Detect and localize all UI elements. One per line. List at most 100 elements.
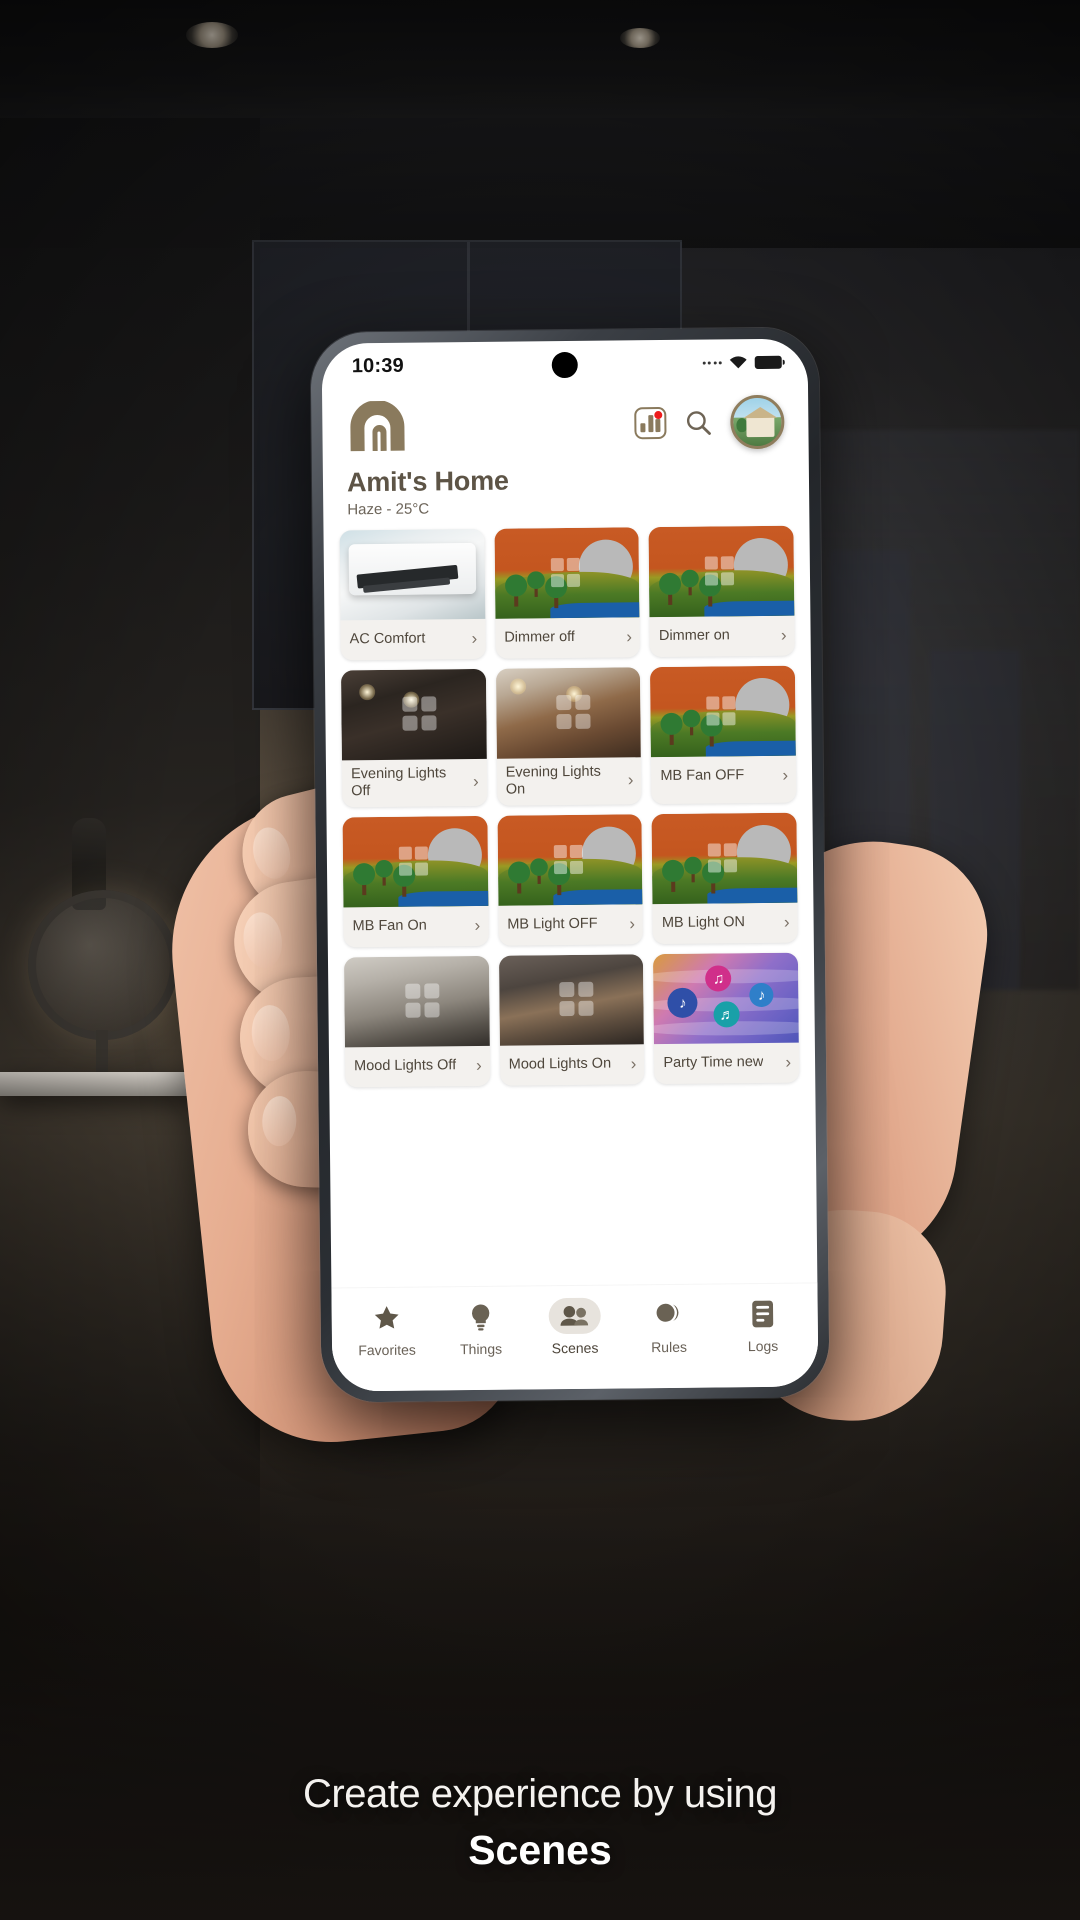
phone-device: 10:39 Amit's Home Haze - 25°C AC Comfort… <box>310 327 830 1403</box>
scene-thumbnail <box>342 816 489 908</box>
scene-tile[interactable]: Evening Lights Off › <box>340 668 488 808</box>
scene-tile-label: Evening Lights On <box>505 763 601 798</box>
scene-tile-footer: MB Light OFF › <box>498 905 643 947</box>
scene-tile-footer: Dimmer off › <box>495 617 640 659</box>
chevron-right-icon[interactable]: › <box>782 765 788 784</box>
header-actions <box>634 394 785 451</box>
scene-tile-footer: Mood Lights On › <box>500 1045 645 1087</box>
scene-thumbnail <box>498 954 645 1047</box>
marketing-line-1: Create experience by using <box>303 1772 777 1816</box>
scene-tile-footer: Mood Lights Off › <box>345 1046 490 1088</box>
chevron-right-icon[interactable]: › <box>631 1054 637 1073</box>
bulb-icon <box>455 1299 507 1336</box>
header-row <box>346 394 785 454</box>
app-header: Amit's Home Haze - 25°C <box>322 384 809 518</box>
chevron-right-icon[interactable]: › <box>473 772 479 791</box>
scene-tile[interactable]: ♪ ♫ ♬ ♪ Party Time new › <box>653 952 800 1085</box>
scene-thumbnail <box>340 668 487 761</box>
scene-tile[interactable]: MB Light OFF › <box>497 814 644 947</box>
chevron-right-icon[interactable]: › <box>785 1053 791 1072</box>
chevron-right-icon[interactable]: › <box>475 916 481 935</box>
marketing-line-2: Scenes <box>468 1827 612 1873</box>
scene-tile-label: Mood Lights On <box>508 1055 612 1073</box>
tree-icon <box>659 572 682 605</box>
switch-panel-icon <box>553 845 583 875</box>
switch-panel-icon <box>706 696 736 726</box>
scene-tile[interactable]: Evening Lights On › <box>495 667 642 807</box>
chevron-right-icon[interactable]: › <box>472 628 478 647</box>
switch-panel-icon <box>550 557 580 588</box>
switch-panel-icon <box>401 696 437 731</box>
chevron-right-icon[interactable]: › <box>628 771 634 790</box>
scene-thumbnail <box>339 528 486 621</box>
star-icon <box>361 1300 413 1337</box>
tab-favorites[interactable]: Favorites <box>344 1299 431 1358</box>
scene-thumbnail <box>650 665 796 758</box>
tab-rules[interactable]: Rules <box>626 1297 713 1356</box>
scene-tile-footer: Evening Lights On › <box>497 757 642 806</box>
search-icon[interactable] <box>684 408 712 436</box>
bottom-tab-bar: Favorites Things Scenes Rules Logs <box>331 1282 819 1392</box>
user-avatar[interactable] <box>730 394 785 450</box>
scene-tile[interactable]: Dimmer off › <box>494 527 641 659</box>
scenes-scroll-area[interactable]: AC Comfort › Dimmer off › Dimmer on › Evening … <box>323 513 817 1287</box>
marketing-copy: Create experience by using Scenes <box>0 1772 1080 1874</box>
avatar-house-icon <box>746 414 775 438</box>
scene-tile[interactable]: Mood Lights Off › <box>343 956 490 1088</box>
tab-label: Favorites <box>358 1341 416 1359</box>
status-bar-icons <box>702 355 782 370</box>
phone-screen: 10:39 Amit's Home Haze - 25°C AC Comfort… <box>321 338 819 1392</box>
scene-thumbnail <box>651 812 798 905</box>
chart-icon[interactable] <box>634 406 667 440</box>
tab-logs[interactable]: Logs <box>720 1296 807 1355</box>
switch-panel-icon <box>708 843 738 873</box>
home-arch-logo[interactable] <box>346 400 409 452</box>
scene-thumbnail <box>343 956 490 1048</box>
music-note-icon: ♪ <box>667 988 698 1019</box>
logs-icon <box>737 1296 789 1333</box>
scene-thumbnail <box>495 667 642 759</box>
scenes-grid: AC Comfort › Dimmer off › Dimmer on › Evening … <box>339 525 800 1088</box>
scene-tile-label: Evening Lights Off <box>350 765 447 799</box>
scene-tile-footer: MB Light ON › <box>653 903 798 945</box>
scenes-icon <box>548 1297 601 1335</box>
scene-tile[interactable]: Dimmer on › <box>648 525 795 658</box>
scene-tile[interactable]: Mood Lights On › <box>498 954 645 1087</box>
tab-scenes[interactable]: Scenes <box>532 1297 619 1357</box>
front-camera-punchhole <box>551 351 578 379</box>
scene-tile-footer: Party Time new › <box>654 1043 799 1085</box>
tree-icon <box>375 860 393 886</box>
tree-icon <box>504 574 527 607</box>
tab-label: Scenes <box>551 1339 599 1357</box>
chevron-right-icon[interactable]: › <box>626 627 632 646</box>
chevron-right-icon[interactable]: › <box>629 914 635 933</box>
scene-tile-footer: MB Fan On › <box>343 906 488 948</box>
scene-tile[interactable]: AC Comfort › <box>339 528 486 661</box>
chevron-right-icon[interactable]: › <box>784 913 790 932</box>
scene-tile-footer: AC Comfort › <box>340 619 485 661</box>
scene-tile-label: MB Fan On <box>352 917 427 935</box>
scene-thumbnail <box>648 525 795 618</box>
tree-icon <box>662 860 685 893</box>
scene-tile-label: MB Fan OFF <box>660 766 745 784</box>
tree-icon <box>507 861 530 894</box>
scene-tile[interactable]: MB Light ON › <box>651 812 798 945</box>
switch-panel-icon <box>556 694 591 730</box>
chevron-right-icon[interactable]: › <box>476 1056 482 1075</box>
scene-thumbnail <box>497 814 643 907</box>
scene-tile[interactable]: MB Fan On › <box>342 816 489 948</box>
switch-panel-icon <box>398 846 429 877</box>
tab-things[interactable]: Things <box>438 1299 525 1358</box>
rules-icon <box>643 1297 695 1334</box>
chevron-right-icon[interactable]: › <box>781 625 787 644</box>
scene-tile-label: MB Light ON <box>661 914 746 932</box>
tree-icon <box>526 571 545 597</box>
notification-badge <box>654 411 663 420</box>
scene-tile[interactable]: MB Fan OFF › <box>650 665 797 805</box>
scene-thumbnail <box>494 527 640 619</box>
scene-tile-label: Dimmer off <box>504 628 575 646</box>
scene-tile-footer: MB Fan OFF › <box>651 756 796 798</box>
battery-icon <box>754 355 782 369</box>
music-note-icon: ♫ <box>705 965 732 992</box>
scene-tile-label: Party Time new <box>663 1053 764 1072</box>
